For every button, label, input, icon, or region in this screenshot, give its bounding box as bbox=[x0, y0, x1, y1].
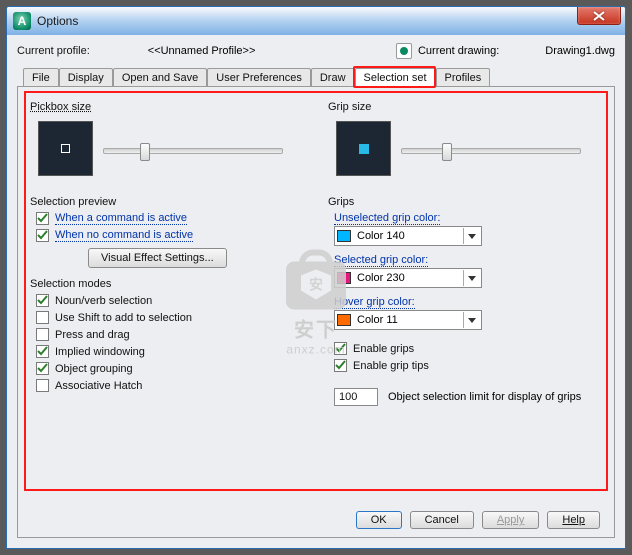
selected-grip-color-label: Selected grip color: bbox=[334, 254, 428, 267]
grip-size-preview bbox=[336, 121, 391, 176]
check-use-shift[interactable]: Use Shift to add to selection bbox=[36, 311, 304, 324]
grip-size-slider[interactable] bbox=[401, 148, 581, 154]
color-swatch bbox=[337, 272, 351, 284]
check-command-active[interactable]: When a command is active bbox=[36, 212, 304, 225]
grip-size-slider-thumb[interactable] bbox=[442, 143, 452, 161]
tab-user-preferences[interactable]: User Preferences bbox=[207, 68, 311, 87]
close-icon bbox=[593, 11, 605, 21]
checkbox-icon[interactable] bbox=[334, 359, 347, 372]
tab-file[interactable]: File bbox=[23, 68, 59, 87]
tabstrip: File Display Open and Save User Preferen… bbox=[17, 65, 615, 87]
checkbox-icon[interactable] bbox=[36, 379, 49, 392]
profile-row: Current profile: <<Unnamed Profile>> Cur… bbox=[17, 41, 615, 61]
check-enable-grips[interactable]: Enable grips bbox=[334, 342, 602, 355]
chevron-down-icon bbox=[463, 312, 479, 328]
checkbox-icon[interactable] bbox=[36, 212, 49, 225]
check-noun-verb[interactable]: Noun/verb selection bbox=[36, 294, 304, 307]
grip-size-label: Grip size bbox=[328, 101, 602, 113]
checkbox-icon[interactable] bbox=[36, 311, 49, 324]
hover-grip-color-label: Hover grip color: bbox=[334, 296, 415, 309]
hover-grip-color-select[interactable]: Color 11 bbox=[334, 310, 482, 330]
client-area: Current profile: <<Unnamed Profile>> Cur… bbox=[7, 35, 625, 548]
close-button[interactable] bbox=[577, 7, 621, 25]
checkbox-icon[interactable] bbox=[36, 229, 49, 242]
apply-button[interactable]: Apply bbox=[482, 511, 540, 529]
dialog-buttons: OK Cancel Apply Help bbox=[356, 511, 600, 529]
unselected-grip-color-select[interactable]: Color 140 bbox=[334, 226, 482, 246]
checkbox-icon[interactable] bbox=[36, 362, 49, 375]
selection-modes-label: Selection modes bbox=[30, 278, 304, 290]
selection-preview-label: Selection preview bbox=[30, 196, 304, 208]
current-profile-label: Current profile: bbox=[17, 45, 90, 57]
unselected-grip-color-label: Unselected grip color: bbox=[334, 212, 440, 225]
grip-display-limit-input[interactable] bbox=[334, 388, 378, 406]
checkbox-icon[interactable] bbox=[36, 345, 49, 358]
pickbox-slider-thumb[interactable] bbox=[140, 143, 150, 161]
checkbox-icon[interactable] bbox=[36, 328, 49, 341]
check-no-command-active[interactable]: When no command is active bbox=[36, 229, 304, 242]
cancel-button[interactable]: Cancel bbox=[410, 511, 474, 529]
chevron-down-icon bbox=[463, 270, 479, 286]
tab-profiles[interactable]: Profiles bbox=[436, 68, 491, 87]
tab-display[interactable]: Display bbox=[59, 68, 113, 87]
title-bar: A Options bbox=[7, 7, 625, 35]
app-icon: A bbox=[13, 12, 31, 30]
check-associative-hatch[interactable]: Associative Hatch bbox=[36, 379, 304, 392]
selected-grip-color-select[interactable]: Color 230 bbox=[334, 268, 482, 288]
chevron-down-icon bbox=[463, 228, 479, 244]
checkbox-icon[interactable] bbox=[36, 294, 49, 307]
grips-label: Grips bbox=[328, 196, 602, 208]
check-press-drag[interactable]: Press and drag bbox=[36, 328, 304, 341]
window-title: Options bbox=[37, 14, 78, 28]
tab-panel: 安 安下 anxz.com Pickbox size Selecti bbox=[17, 86, 615, 538]
current-drawing-value: Drawing1.dwg bbox=[545, 45, 615, 57]
tab-selection-set[interactable]: Selection set bbox=[355, 68, 436, 87]
pickbox-slider[interactable] bbox=[103, 148, 283, 154]
grip-display-limit-label: Object selection limit for display of gr… bbox=[388, 391, 581, 403]
pickbox-size-label: Pickbox size bbox=[30, 101, 304, 113]
check-enable-grip-tips[interactable]: Enable grip tips bbox=[334, 359, 602, 372]
visual-effect-settings-button[interactable]: Visual Effect Settings... bbox=[88, 248, 227, 268]
help-button[interactable]: Help bbox=[547, 511, 600, 529]
color-swatch bbox=[337, 314, 351, 326]
pickbox-preview bbox=[38, 121, 93, 176]
check-object-grouping[interactable]: Object grouping bbox=[36, 362, 304, 375]
checkbox-icon[interactable] bbox=[334, 342, 347, 355]
drawing-icon bbox=[396, 43, 412, 59]
check-implied-windowing[interactable]: Implied windowing bbox=[36, 345, 304, 358]
current-profile-value: <<Unnamed Profile>> bbox=[148, 45, 256, 57]
tab-draw[interactable]: Draw bbox=[311, 68, 355, 87]
ok-button[interactable]: OK bbox=[356, 511, 402, 529]
color-swatch bbox=[337, 230, 351, 242]
left-column: Pickbox size Selection preview When a bbox=[24, 93, 310, 531]
tab-open-save[interactable]: Open and Save bbox=[113, 68, 207, 87]
current-drawing-label: Current drawing: bbox=[418, 45, 499, 57]
options-dialog: A Options Current profile: <<Unnamed Pro… bbox=[6, 6, 626, 549]
right-column: Grip size Grips Unselected grip color: bbox=[322, 93, 608, 531]
